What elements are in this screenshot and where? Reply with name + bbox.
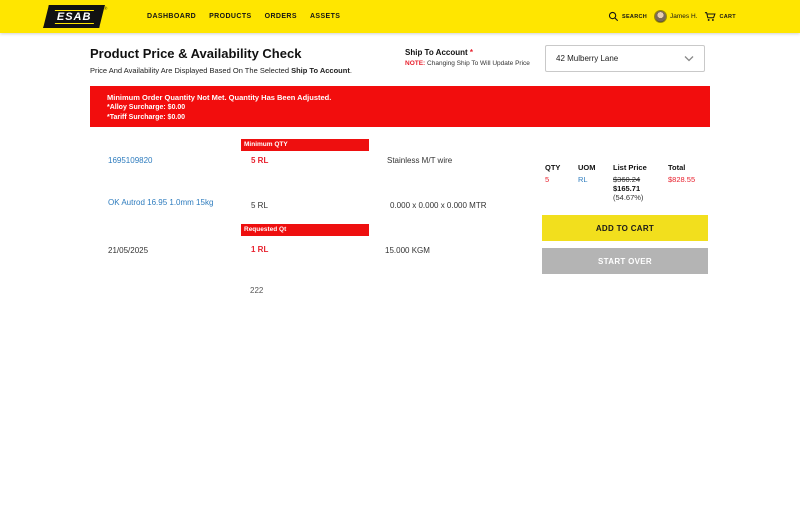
col-header-qty: QTY bbox=[545, 163, 561, 172]
chevron-down-icon bbox=[684, 56, 694, 62]
nav-item-products[interactable]: PRODUCTS bbox=[209, 13, 251, 20]
nav-item-dashboard[interactable]: DASHBOARD bbox=[147, 13, 196, 20]
product-dimensions: 0.000 x 0.000 x 0.000 MTR bbox=[390, 201, 487, 210]
availability-date: 21/05/2025 bbox=[108, 246, 149, 255]
product-weight: 15.000 KGM bbox=[385, 246, 430, 255]
product-description: Stainless M/T wire bbox=[387, 156, 453, 165]
search-label: SEARCH bbox=[622, 13, 648, 20]
ship-to-account-select[interactable]: 42 Mulberry Lane bbox=[545, 45, 705, 72]
subtitle-prefix: Price And Availability Are Displayed Bas… bbox=[90, 66, 292, 75]
top-navigation-bar: ESAB ® DASHBOARD PRODUCTS ORDERS ASSETS … bbox=[0, 0, 800, 33]
nav-item-assets[interactable]: ASSETS bbox=[310, 13, 340, 20]
alert-line-2: *Alloy Surcharge: $0.00 bbox=[107, 104, 186, 111]
quantity-plain: 5 RL bbox=[251, 201, 268, 210]
list-price-original: $360.24 bbox=[613, 175, 641, 184]
subtitle-bold: Ship To Account bbox=[291, 66, 350, 75]
search-icon bbox=[608, 11, 619, 22]
add-to-cart-button[interactable]: ADD TO CART bbox=[542, 215, 708, 241]
cart-label: CART bbox=[719, 13, 736, 20]
alert-banner: Minimum Order Quantity Not Met. Quantity… bbox=[90, 86, 710, 127]
page-subtitle: Price And Availability Are Displayed Bas… bbox=[90, 66, 352, 75]
note-text: Changing Ship To Will Update Price bbox=[425, 60, 530, 67]
extra-quantity: 222 bbox=[250, 286, 264, 295]
required-asterisk: * bbox=[469, 48, 474, 57]
esab-logo[interactable]: ESAB bbox=[43, 5, 105, 28]
user-avatar bbox=[654, 10, 668, 23]
main-nav: DASHBOARD PRODUCTS ORDERS ASSETS bbox=[147, 0, 340, 33]
list-price-current: $165.71 bbox=[613, 184, 641, 193]
esab-logo-text: ESAB bbox=[54, 9, 94, 24]
subtitle-suffix: . bbox=[349, 66, 352, 75]
minimum-qty-flag: Minimum QTY bbox=[241, 139, 369, 151]
cart-button[interactable]: CART bbox=[704, 11, 736, 22]
col-header-uom: UOM bbox=[578, 163, 596, 172]
ship-to-account-label: Ship To Account * bbox=[405, 48, 473, 57]
minimum-qty-value: 5 RL bbox=[251, 156, 269, 165]
product-number-link[interactable]: 1695109820 bbox=[108, 156, 153, 165]
cart-icon bbox=[705, 12, 717, 21]
discount-percentage: (54.67%) bbox=[613, 193, 644, 202]
search-button[interactable]: SEARCH bbox=[608, 11, 647, 22]
col-header-list-price: List Price bbox=[613, 163, 647, 172]
requested-qty-flag: Requested Qt bbox=[241, 224, 369, 236]
ship-to-selected-value: 42 Mulberry Lane bbox=[556, 54, 619, 63]
col-header-total: Total bbox=[668, 163, 686, 172]
alert-line-3: *Tariff Surcharge: $0.00 bbox=[107, 114, 186, 121]
product-name-link[interactable]: OK Autrod 16.95 1.0mm 15kg bbox=[108, 198, 213, 207]
note-label: NOTE: bbox=[405, 60, 426, 67]
page: ESAB ® DASHBOARD PRODUCTS ORDERS ASSETS … bbox=[0, 0, 800, 517]
value-uom: RL bbox=[578, 175, 588, 184]
requested-qty-value: 1 RL bbox=[251, 245, 269, 254]
alert-line-1: Minimum Order Quantity Not Met. Quantity… bbox=[107, 93, 332, 102]
user-menu[interactable]: James H. bbox=[654, 10, 697, 23]
value-total: $828.55 bbox=[668, 175, 696, 184]
user-name: James H. bbox=[670, 13, 698, 20]
value-qty: 5 bbox=[545, 175, 550, 184]
registered-trademark: ® bbox=[104, 6, 108, 11]
start-over-button[interactable]: START OVER bbox=[542, 248, 708, 274]
topbar-right-cluster: SEARCH James H. CART bbox=[608, 0, 736, 33]
ship-to-note: NOTE: Changing Ship To Will Update Price bbox=[405, 60, 530, 67]
nav-item-orders[interactable]: ORDERS bbox=[265, 13, 297, 20]
ship-to-label-text: Ship To Account bbox=[405, 48, 470, 57]
page-title: Product Price & Availability Check bbox=[90, 46, 302, 61]
